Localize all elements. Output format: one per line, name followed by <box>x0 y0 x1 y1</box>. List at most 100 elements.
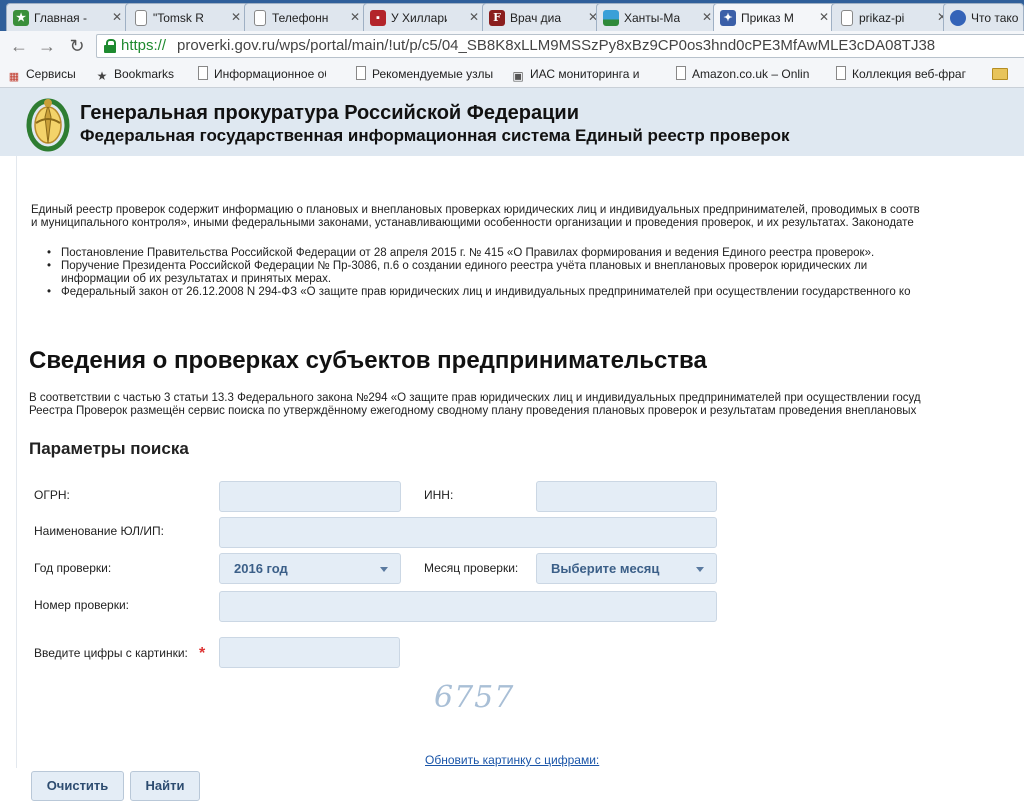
bookmark-item[interactable]: Amazon.co.uk – Onlin <box>676 66 826 82</box>
inn-label: ИНН: <box>424 488 454 502</box>
site-title: Генеральная прокуратура Российской Федер… <box>80 102 579 124</box>
address-bar[interactable]: https:// proverki.gov.ru/wps/portal/main… <box>96 34 1024 58</box>
main-content: Единый реестр проверок содержит информац… <box>16 156 1024 801</box>
url-text: proverki.gov.ru/wps/portal/main/!ut/p/c5… <box>177 37 936 54</box>
browser-tab-strip: ★ Главная - ✕ "Tomsk R ✕ Телефонн ✕ ▪ У … <box>0 0 1024 31</box>
intro-line: и муниципального контроля», иными федера… <box>31 217 914 229</box>
document-icon <box>254 10 266 26</box>
tab-label: Приказ M <box>741 11 794 25</box>
section-description-line: Реестра Проверок размещён сервис поиска … <box>29 405 917 417</box>
bookmark-label: Коллекция веб-фраг <box>852 67 966 81</box>
browser-tab[interactable]: F Врач диа ✕ <box>482 3 606 31</box>
page-viewport: Генеральная прокуратура Российской Федер… <box>0 88 1024 801</box>
year-selected-value: 2016 год <box>234 561 288 576</box>
browser-tab[interactable]: Что тако <box>943 3 1024 31</box>
company-name-label: Наименование ЮЛ/ИП: <box>34 524 164 538</box>
list-item: Постановление Правительства Российской Ф… <box>47 247 910 260</box>
month-select[interactable]: Выберите месяц <box>536 553 717 584</box>
tab-label: "Tomsk R <box>153 11 204 25</box>
flag-favicon-icon <box>603 10 619 26</box>
star-icon: ★ <box>96 69 108 82</box>
bookmark-item[interactable]: ▦ Сервисы <box>8 66 92 82</box>
bookmark-item[interactable]: ▣ ИАС мониторинга и <box>512 66 664 82</box>
red-news-favicon-icon: ▪ <box>370 10 386 26</box>
captcha-label: Введите цифры с картинки: <box>34 646 188 660</box>
browser-tab[interactable]: ★ Главная - ✕ <box>6 3 130 31</box>
document-icon <box>135 10 147 26</box>
document-icon <box>676 66 686 80</box>
company-name-input[interactable] <box>219 517 717 548</box>
letter-f-favicon-icon: F <box>489 10 505 26</box>
tab-close-icon[interactable]: ✕ <box>819 10 829 24</box>
forward-arrow-icon[interactable]: → <box>36 35 58 57</box>
intro-line: Единый реестр проверок содержит информац… <box>31 204 920 216</box>
chevron-down-icon <box>380 567 388 572</box>
eagle-favicon-icon: ✦ <box>720 10 736 26</box>
tab-close-icon[interactable]: ✕ <box>469 10 479 24</box>
required-asterisk: * <box>199 645 206 662</box>
tab-label: Врач диа <box>510 11 562 25</box>
bookmarks-bar: ▦ Сервисы ★ Bookmarks Информационное об Ре… <box>0 61 1024 88</box>
tab-close-icon[interactable]: ✕ <box>350 10 360 24</box>
tab-close-icon[interactable]: ✕ <box>231 10 241 24</box>
bookmark-label: Рекомендуемые узлы <box>372 67 494 81</box>
tab-label: У Хиллари <box>391 11 447 25</box>
section-description: В соответствии с частью 3 статьи 13.3 Фе… <box>29 392 921 418</box>
browser-tab[interactable]: Ханты-Ма ✕ <box>596 3 720 31</box>
browser-tab[interactable]: ▪ У Хиллари ✕ <box>363 3 487 31</box>
list-item-continuation: информации об их результатах и принятых … <box>61 273 332 285</box>
year-select[interactable]: 2016 год <box>219 553 401 584</box>
document-icon <box>198 66 208 80</box>
prosecutor-emblem-icon <box>26 98 70 152</box>
reload-icon[interactable]: ↻ <box>66 35 88 57</box>
bookmark-label: ИАС мониторинга и <box>530 67 640 81</box>
browser-tab[interactable]: prikaz-pi ✕ <box>831 3 955 31</box>
chevron-down-icon <box>696 567 704 572</box>
browser-tab[interactable]: Телефонн ✕ <box>244 3 368 31</box>
clear-button[interactable]: Очистить <box>31 771 124 801</box>
tab-label: Ханты-Ма <box>624 11 680 25</box>
globe-favicon-icon <box>950 10 966 26</box>
intro-text: Единый реестр проверок содержит информац… <box>31 204 1024 230</box>
ogrn-label: ОГРН: <box>34 488 70 502</box>
folder-icon <box>992 68 1008 80</box>
tab-close-icon[interactable]: ✕ <box>702 10 712 24</box>
bookmark-folder[interactable] <box>992 66 1022 82</box>
document-icon <box>841 10 853 26</box>
tab-close-icon[interactable]: ✕ <box>112 10 122 24</box>
bookmark-label: Информационное об <box>214 67 326 81</box>
tab-label: Телефонн <box>272 11 328 25</box>
refresh-captcha-link[interactable]: Обновить картинку с цифрами: <box>425 753 599 767</box>
month-selected-value: Выберите месяц <box>551 561 660 576</box>
list-item: Федеральный закон от 26.12.2008 N 294-ФЗ… <box>47 286 910 299</box>
ogrn-input[interactable] <box>219 481 401 512</box>
tab-label: Что тако <box>971 11 1019 25</box>
captcha-image: 6757 <box>434 680 515 715</box>
captcha-input[interactable] <box>219 637 400 668</box>
section-title: Сведения о проверках субъектов предприни… <box>29 347 707 374</box>
browser-tab-active[interactable]: ✦ Приказ M ✕ <box>713 3 837 31</box>
bookmark-item[interactable]: Информационное об <box>198 66 326 82</box>
document-icon <box>356 66 366 80</box>
bookmark-label: Сервисы <box>26 67 76 81</box>
find-button[interactable]: Найти <box>130 771 200 801</box>
section-description-line: В соответствии с частью 3 статьи 13.3 Фе… <box>29 392 921 404</box>
monitor-icon: ▣ <box>512 69 524 82</box>
tab-label: prikaz-pi <box>859 11 905 25</box>
green-star-favicon-icon: ★ <box>13 10 29 26</box>
check-number-label: Номер проверки: <box>34 598 129 612</box>
bookmark-item[interactable]: Рекомендуемые узлы <box>356 66 502 82</box>
site-subtitle: Федеральная государственная информационн… <box>80 126 790 145</box>
bookmark-item[interactable]: ★ Bookmarks <box>96 66 188 82</box>
document-icon <box>836 66 846 80</box>
browser-tab[interactable]: "Tomsk R ✕ <box>125 3 249 31</box>
bookmark-item[interactable]: Коллекция веб-фраг <box>836 66 982 82</box>
back-arrow-icon[interactable]: ← <box>8 35 30 57</box>
list-item: Поручение Президента Российской Федераци… <box>47 260 910 273</box>
month-label: Месяц проверки: <box>424 561 519 575</box>
check-number-input[interactable] <box>219 591 717 622</box>
apps-grid-icon: ▦ <box>8 71 20 82</box>
tab-label: Главная - <box>34 11 88 25</box>
inn-input[interactable] <box>536 481 717 512</box>
bookmark-label: Bookmarks <box>114 67 175 81</box>
